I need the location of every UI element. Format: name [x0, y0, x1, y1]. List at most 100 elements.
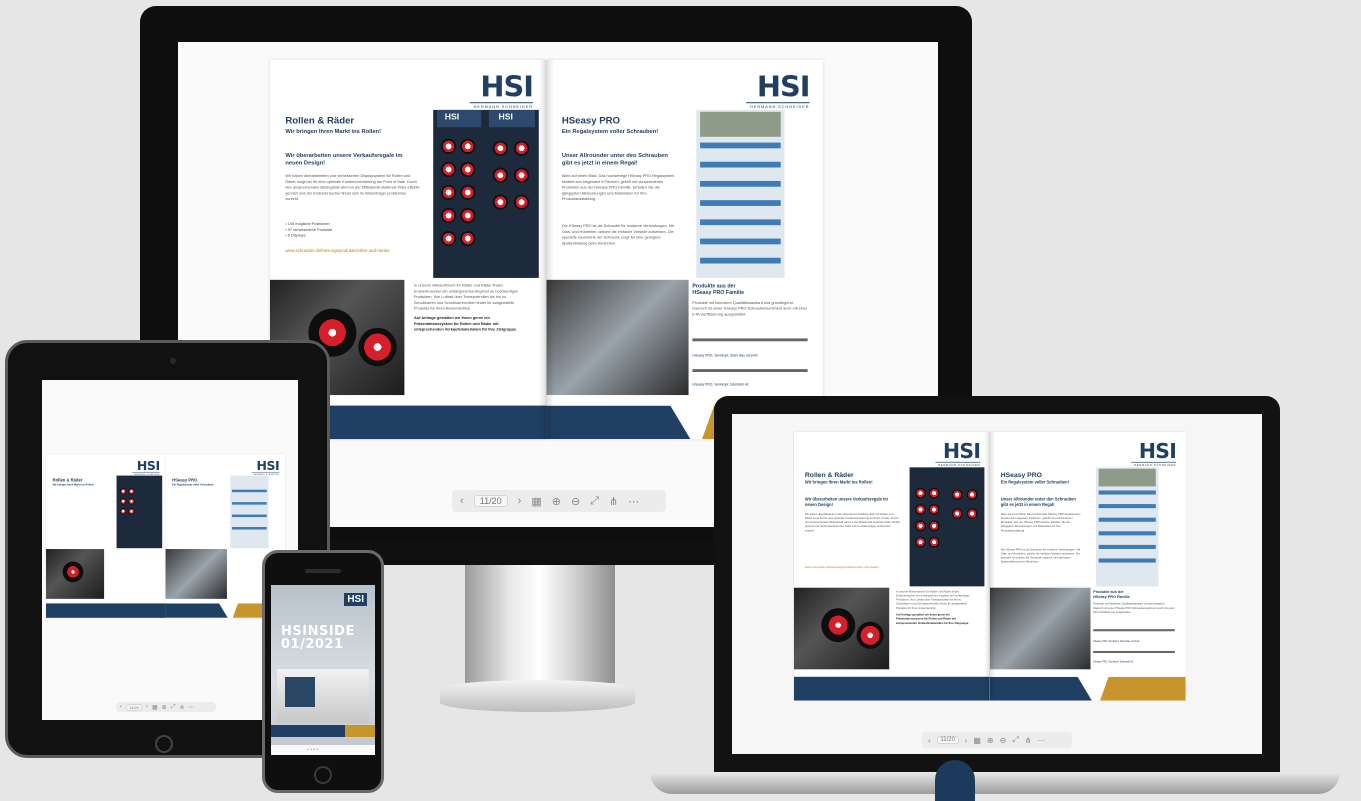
page-subtitle: Ein Regalsystem voller Schrauben! [172, 483, 214, 487]
page-title: HSeasy PRO [172, 478, 198, 483]
brand-logo: HSI HERMANN SCHNEIDER [132, 458, 160, 476]
products-title: Produkte aus der HSeasy PRO Familie [692, 283, 745, 297]
logo-subtitle: HERMANN SCHNEIDER [469, 102, 534, 109]
bullet-list: • 106 mögliche Positionen • 97 verschied… [285, 221, 332, 238]
page-indicator[interactable]: 11/20 [126, 703, 142, 711]
rack-header: HSI [488, 109, 535, 128]
flipbook-toolbar: ‹ 11/20 › ▦ ⊕ ⤢ ⋔ ⋯ [116, 702, 216, 712]
page-subtitle: Ein Regalsystem voller Schrauben! [1000, 480, 1069, 486]
products-body: Produkte mit höchstem Qualitätsstandard … [1093, 602, 1175, 614]
grid-icon[interactable]: ▦ [973, 736, 981, 745]
wheels-photo [794, 587, 890, 670]
building-facade [285, 677, 315, 707]
more-icon[interactable]: ⋯ [1037, 736, 1045, 745]
body-text-2: Die HSeasy PRO ist die Schraube für mode… [1000, 547, 1081, 564]
screw-display-rack [696, 109, 785, 278]
logo-mark: HSI [480, 70, 534, 105]
section-heading: Wir überarbeiten unsere Verkaufsregale i… [285, 153, 403, 167]
tablet-home-button[interactable] [155, 735, 173, 753]
flipbook-spread[interactable]: HSI HERMANN SCHNEIDER Rollen & Räder Wir … [46, 454, 295, 641]
page-dots[interactable]: • • • • [307, 747, 318, 753]
grid-icon[interactable]: ▦ [152, 704, 158, 711]
zoom-in-icon[interactable]: ⊕ [552, 495, 561, 508]
photo-caption: In unserer Mietsortiment für Räder und R… [414, 282, 519, 332]
laptop-notch [935, 760, 975, 801]
page-footer-band [165, 603, 228, 618]
zoom-in-icon[interactable]: ⊕ [987, 736, 994, 745]
section-heading: Unser Allrounder unter den Schrauben gib… [1000, 497, 1076, 508]
page-left: HSI HERMANN SCHNEIDER Rollen & Räder Wir … [46, 454, 166, 618]
page-title: Rollen & Räder [285, 115, 355, 127]
page-footer-band [546, 405, 691, 440]
page-indicator[interactable]: 11/20 [936, 736, 959, 744]
photo-caption: In unserer Mietsortiment für Räder und R… [896, 589, 970, 625]
bullet-item: • 6 Displays [285, 232, 306, 238]
cover-logo: HSI [344, 593, 367, 606]
chevron-left-icon[interactable]: ‹ [460, 495, 464, 507]
flipbook-toolbar: ‹ 11/20 › ▦ ⊕ ⊖ ⤢ ⋔ ⋯ [452, 490, 666, 512]
page-right: HSI HERMANN SCHNEIDER HSeasy PRO Ein Reg… [546, 60, 823, 440]
share-icon[interactable]: ⋔ [180, 704, 185, 711]
flipbook-spread[interactable]: HSI HERMANN SCHNEIDER Rollen & Räder Wir … [794, 432, 1202, 738]
fullscreen-icon[interactable]: ⤢ [590, 495, 599, 508]
zoom-out-icon[interactable]: ⊖ [571, 495, 580, 508]
rack-header: HSI [437, 109, 482, 128]
tablet-screen: HSI HERMANN SCHNEIDER Rollen & Räder Wir … [42, 380, 298, 720]
wheel-display-rack: HSI HSI [433, 109, 539, 278]
share-icon[interactable]: ⋔ [609, 495, 618, 508]
section-heading: Unser Allrounder unter den Schrauben gib… [561, 153, 668, 167]
zoom-out-icon[interactable]: ⊖ [1000, 736, 1007, 745]
chevron-left-icon[interactable]: ‹ [928, 736, 931, 745]
screw-label: HSeasy PRO, Senkkopf, Stahl blau verzink… [1093, 640, 1140, 643]
more-icon[interactable]: ⋯ [628, 495, 639, 508]
screw-label: HSeasy PRO, Senkkopf, Edelstahl A2 [692, 382, 749, 387]
chevron-right-icon[interactable]: › [965, 736, 968, 745]
phone-speaker [305, 569, 341, 573]
zoom-in-icon[interactable]: ⊕ [162, 704, 167, 711]
magazine-cover[interactable]: HSI HSINSIDE 01/2021 [271, 585, 375, 745]
body-text: Wir haben überarbeiteten und verbesserte… [804, 512, 900, 532]
page-title: Rollen & Räder [804, 471, 854, 479]
screw-image [1093, 629, 1175, 632]
product-link[interactable]: www.schneider.de/loesungsprodukte/rollen… [805, 565, 900, 569]
page-footer-band-gold [1100, 676, 1186, 701]
page-title: HSeasy PRO [561, 115, 621, 127]
brand-logo: HSI HERMANN SCHNEIDER [469, 70, 534, 109]
page-subtitle: Wir bringen Ihren Markt ins Rollen! [52, 483, 94, 487]
screw-label: HSeasy PRO, Senkkopf, Stahl blau verzink… [692, 353, 758, 358]
product-link[interactable]: www.schneider.de/loesungsprodukte/rollen… [285, 248, 419, 254]
wheel-display-rack [116, 475, 163, 549]
more-icon[interactable]: ⋯ [189, 704, 195, 711]
page-indicator[interactable]: 11/20 [473, 495, 508, 507]
screw-label: HSeasy PRO, Senkkopf, Edelstahl A2 [1093, 660, 1134, 664]
fullscreen-icon[interactable]: ⤢ [171, 704, 176, 711]
tablet-camera [170, 358, 176, 364]
screws-photo [165, 549, 227, 599]
page-title: Rollen & Räder [52, 478, 83, 483]
section-heading: Wir überarbeiten unsere Verkaufsregale i… [804, 497, 888, 508]
body-text: Wir haben überarbeiteten und verbesserte… [285, 173, 420, 202]
chevron-left-icon[interactable]: ‹ [120, 704, 122, 710]
page-left: HSI HERMANN SCHNEIDER Rollen & Räder Wir … [794, 432, 990, 701]
page-subtitle: Wir bringen Ihren Markt ins Rollen! [285, 129, 381, 135]
grid-icon[interactable]: ▦ [531, 495, 541, 508]
share-icon[interactable]: ⋔ [1025, 736, 1032, 745]
page-right: HSI HERMANN SCHNEIDER HSeasy PRO Ein Rega… [989, 432, 1186, 701]
logo-subtitle: HERMANN SCHNEIDER [746, 102, 810, 109]
phone-home-button[interactable] [314, 766, 332, 784]
phone-screen: HSI HSINSIDE 01/2021 • • • • [271, 585, 375, 755]
brand-logo: HSI HERMANN SCHNEIDER [935, 441, 981, 467]
screws-photo [989, 587, 1091, 670]
screw-display-rack [230, 475, 269, 549]
chevron-right-icon[interactable]: › [146, 704, 148, 710]
products-body: Produkte mit höchstem Qualitätsstandard … [692, 300, 808, 317]
page-gutter [538, 60, 555, 440]
wheels-photo [46, 549, 105, 599]
logo-mark: HSI [756, 70, 811, 105]
screw-image [1093, 650, 1175, 653]
page-title: HSeasy PRO [1000, 471, 1042, 479]
fullscreen-icon[interactable]: ⤢ [1012, 735, 1018, 745]
monitor-stand [465, 565, 615, 683]
brand-logo: HSI HERMANN SCHNEIDER [1131, 441, 1177, 467]
chevron-right-icon[interactable]: › [518, 495, 522, 507]
